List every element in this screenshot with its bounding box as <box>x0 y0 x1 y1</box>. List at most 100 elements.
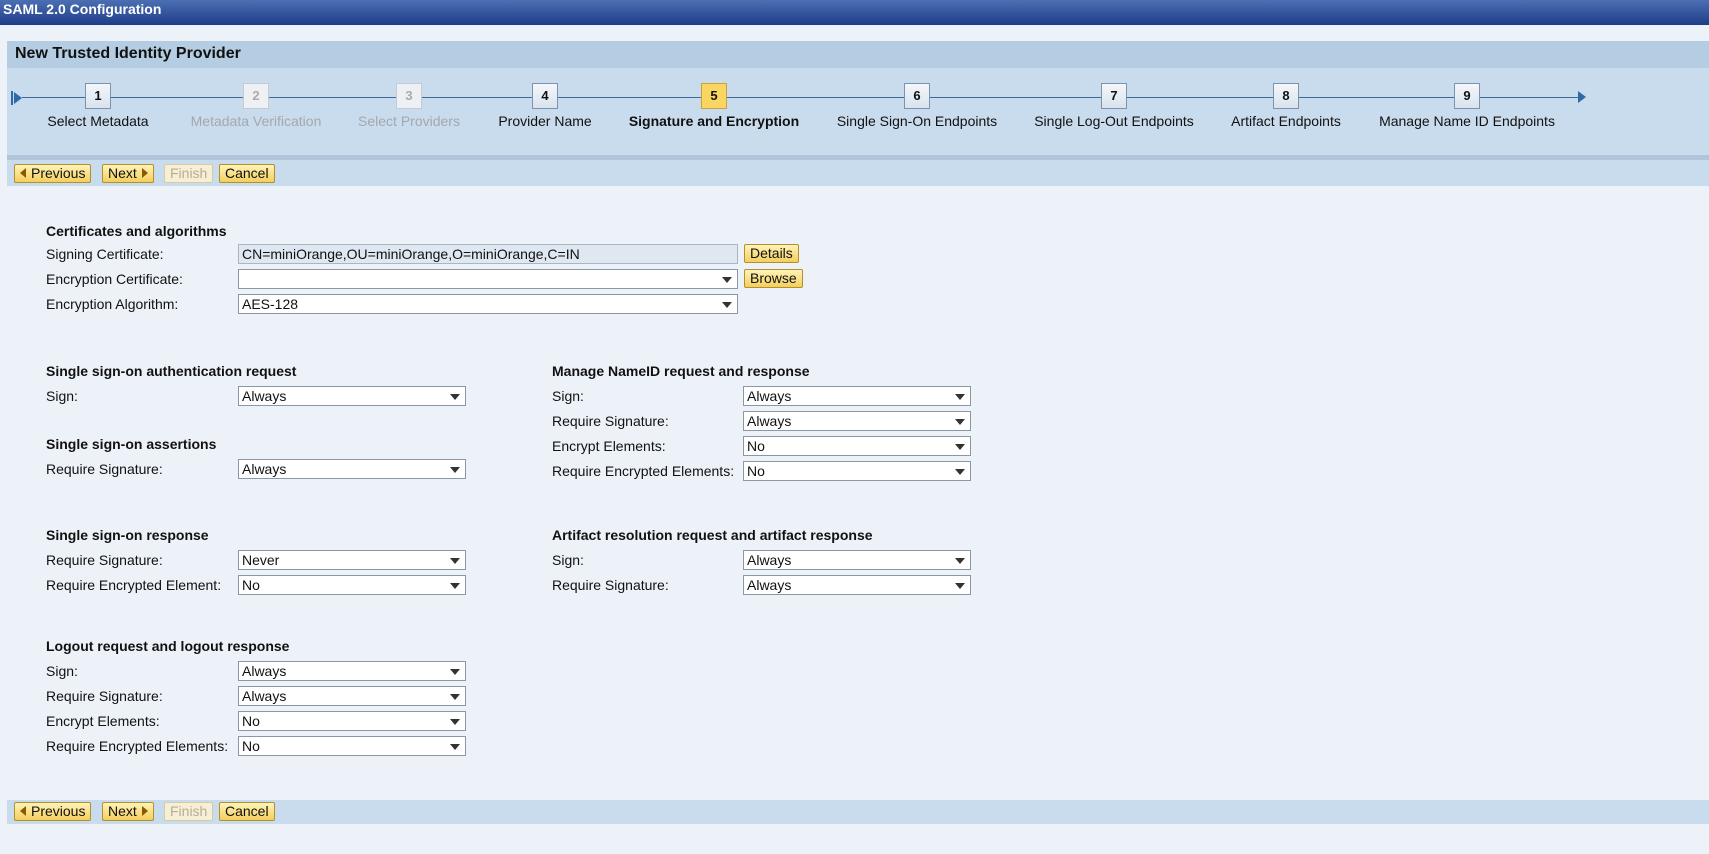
sso-request-sign-select[interactable]: Always <box>238 386 466 406</box>
step-9-label[interactable]: Manage Name ID Endpoints <box>1357 113 1577 129</box>
select-value: No <box>242 713 260 729</box>
start-arrow-icon <box>14 92 22 104</box>
nameid-enc-label: Encrypt Elements: <box>552 438 666 454</box>
nameid-req-enc-select[interactable]: No <box>743 461 971 481</box>
logout-req-sig-select[interactable]: Always <box>238 686 466 706</box>
select-value: Always <box>747 577 792 593</box>
chevron-down-icon <box>722 302 732 308</box>
arrow-right-icon <box>141 806 148 816</box>
chevron-down-icon <box>450 669 460 675</box>
bottom-button-bar: Previous Next Finish Cancel <box>7 800 1709 824</box>
chevron-down-icon <box>955 469 965 475</box>
sso-request-sign-label: Sign: <box>46 388 78 404</box>
select-value: Always <box>747 552 792 568</box>
logout-enc-label: Encrypt Elements: <box>46 713 160 729</box>
chevron-down-icon <box>955 419 965 425</box>
cancel-button[interactable]: Cancel <box>219 164 275 183</box>
logout-req-enc-select[interactable]: No <box>238 736 466 756</box>
nameid-req-sig-label: Require Signature: <box>552 413 669 429</box>
sso-response-req-enc-select[interactable]: No <box>238 575 466 595</box>
logout-req-sig-label: Require Signature: <box>46 688 163 704</box>
chevron-down-icon <box>450 394 460 400</box>
browse-button[interactable]: Browse <box>744 269 803 288</box>
arrow-right-icon <box>141 168 148 178</box>
step-3-box[interactable]: 3 <box>396 83 422 109</box>
step-4-box[interactable]: 4 <box>532 83 558 109</box>
step-8-box[interactable]: 8 <box>1273 83 1299 109</box>
select-value: Always <box>747 413 792 429</box>
arrow-left-icon <box>20 806 26 816</box>
logout-req-enc-label: Require Encrypted Elements: <box>46 738 229 754</box>
sso-assertions-heading: Single sign-on assertions <box>46 436 217 452</box>
encryption-certificate-label: Encryption Certificate: <box>46 271 183 287</box>
chevron-down-icon <box>955 444 965 450</box>
select-value: Always <box>242 688 287 704</box>
sso-assertions-req-sig-label: Require Signature: <box>46 461 163 477</box>
chevron-down-icon <box>450 719 460 725</box>
encryption-algorithm-label: Encryption Algorithm: <box>46 296 179 312</box>
nameid-sign-label: Sign: <box>552 388 584 404</box>
select-value: Never <box>242 552 280 568</box>
step-6-label[interactable]: Single Sign-On Endpoints <box>807 113 1027 129</box>
details-button[interactable]: Details <box>744 244 799 263</box>
chevron-down-icon <box>450 694 460 700</box>
encryption-certificate-select[interactable] <box>238 269 738 289</box>
sso-response-req-sig-select[interactable]: Never <box>238 550 466 570</box>
chevron-down-icon <box>955 558 965 564</box>
sso-request-heading: Single sign-on authentication request <box>46 363 297 379</box>
step-5-box[interactable]: 5 <box>701 83 727 109</box>
panel-title: New Trusted Identity Provider <box>7 41 1709 68</box>
artifact-sign-select[interactable]: Always <box>743 550 971 570</box>
chevron-down-icon <box>450 467 460 473</box>
signing-certificate-field: CN=miniOrange,OU=miniOrange,O=miniOrange… <box>238 244 738 264</box>
next-button[interactable]: Next <box>102 802 154 821</box>
chevron-down-icon <box>450 558 460 564</box>
chevron-down-icon <box>722 277 732 283</box>
signing-certificate-label: Signing Certificate: <box>46 246 164 262</box>
step-6-box[interactable]: 6 <box>904 83 930 109</box>
select-value: Always <box>747 388 792 404</box>
chevron-down-icon <box>955 394 965 400</box>
encryption-algorithm-select[interactable]: AES-128 <box>238 294 738 314</box>
section-heading: Certificates and algorithms <box>46 223 227 239</box>
select-value: Always <box>242 663 287 679</box>
previous-button[interactable]: Previous <box>14 802 92 821</box>
next-button[interactable]: Next <box>102 164 154 183</box>
artifact-sign-label: Sign: <box>552 552 584 568</box>
nameid-enc-select[interactable]: No <box>743 436 971 456</box>
select-value: Always <box>242 388 287 404</box>
finish-button[interactable]: Finish <box>164 802 214 821</box>
nameid-heading: Manage NameID request and response <box>552 363 810 379</box>
next-label: Next <box>108 165 137 181</box>
nameid-req-sig-select[interactable]: Always <box>743 411 971 431</box>
cancel-button[interactable]: Cancel <box>219 802 275 821</box>
previous-button[interactable]: Previous <box>14 164 92 183</box>
step-1-box[interactable]: 1 <box>85 83 111 109</box>
artifact-req-sig-label: Require Signature: <box>552 577 669 593</box>
window-title: SAML 2.0 Configuration <box>0 0 1709 25</box>
select-value: No <box>242 577 260 593</box>
artifact-heading: Artifact resolution request and artifact… <box>552 527 873 543</box>
select-value: No <box>242 738 260 754</box>
logout-sign-select[interactable]: Always <box>238 661 466 681</box>
step-7-box[interactable]: 7 <box>1101 83 1127 109</box>
start-bar-icon <box>11 91 13 105</box>
nameid-sign-select[interactable]: Always <box>743 386 971 406</box>
end-arrow-icon <box>1578 91 1586 103</box>
artifact-req-sig-select[interactable]: Always <box>743 575 971 595</box>
step-5-label[interactable]: Signature and Encryption <box>604 113 824 129</box>
chevron-down-icon <box>955 583 965 589</box>
next-label: Next <box>108 803 137 819</box>
finish-button[interactable]: Finish <box>164 164 214 183</box>
encryption-algorithm-value: AES-128 <box>242 296 299 312</box>
step-9-box[interactable]: 9 <box>1454 83 1480 109</box>
step-2-box[interactable]: 2 <box>243 83 269 109</box>
logout-heading: Logout request and logout response <box>46 638 290 654</box>
logout-enc-select[interactable]: No <box>238 711 466 731</box>
top-button-bar: Previous Next Finish Cancel <box>7 162 1709 186</box>
sso-assertions-req-sig-select[interactable]: Always <box>238 459 466 479</box>
logout-sign-label: Sign: <box>46 663 78 679</box>
previous-label: Previous <box>31 803 86 819</box>
select-value: Always <box>242 461 287 477</box>
select-value: No <box>747 463 765 479</box>
